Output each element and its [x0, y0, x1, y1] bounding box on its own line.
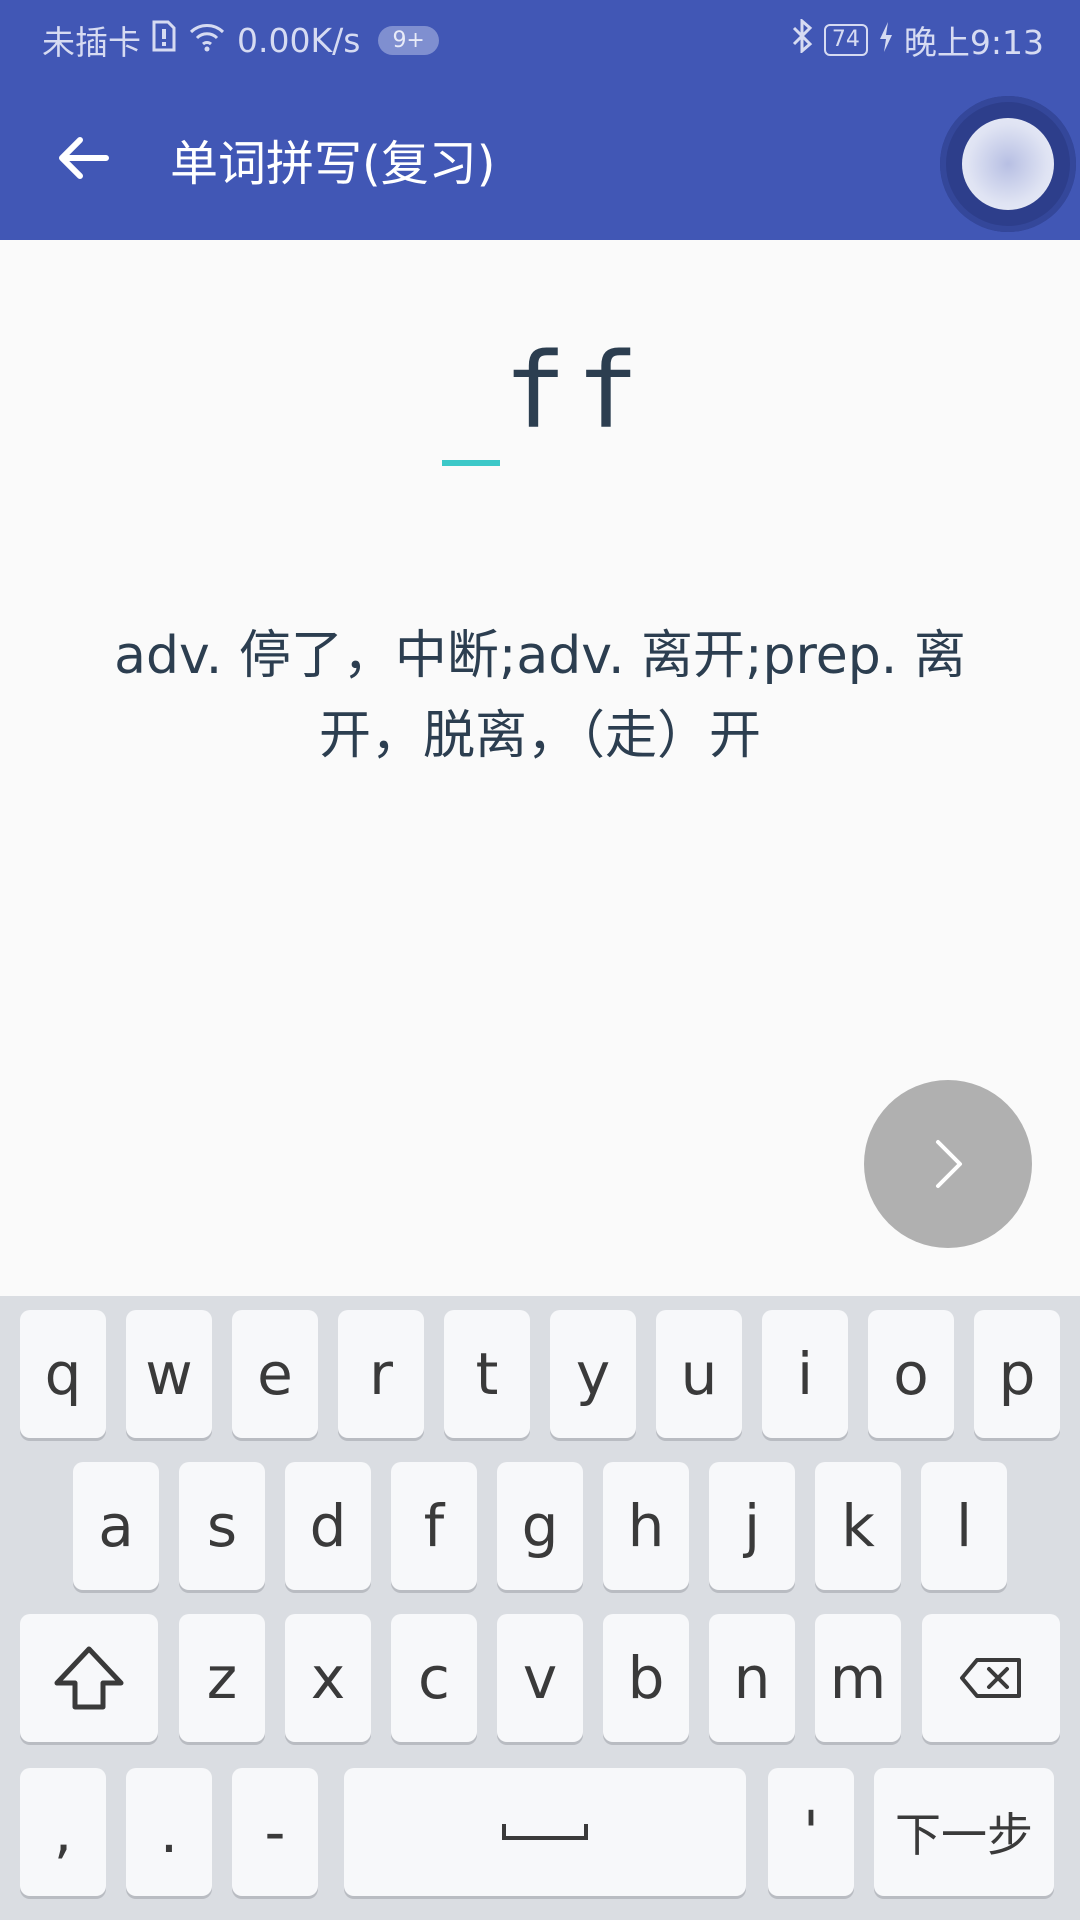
network-speed: 0.00K/s	[237, 20, 361, 60]
key-d[interactable]: d	[285, 1462, 371, 1590]
wifi-icon	[187, 20, 227, 60]
status-left: 未插卡 0.00K/s 9+	[42, 16, 439, 64]
key-c[interactable]: c	[391, 1614, 477, 1742]
key-m[interactable]: m	[815, 1614, 901, 1742]
key-h[interactable]: h	[603, 1462, 689, 1590]
key-a[interactable]: a	[73, 1462, 159, 1590]
space-bar-icon	[502, 1824, 588, 1840]
backspace-key[interactable]	[922, 1614, 1060, 1742]
floating-ball-inner	[962, 118, 1054, 210]
key-e[interactable]: e	[232, 1310, 318, 1438]
key-i[interactable]: i	[762, 1310, 848, 1438]
notification-badge: 9+	[378, 25, 439, 55]
chevron-right-icon	[936, 1140, 962, 1188]
blank-cursor-underline	[442, 460, 500, 466]
key-y[interactable]: y	[550, 1310, 636, 1438]
clock: 晚上9:13	[903, 23, 1044, 62]
key-q[interactable]: q	[20, 1310, 106, 1438]
shift-key[interactable]	[20, 1614, 158, 1742]
key-p[interactable]: p	[974, 1310, 1060, 1438]
space-key[interactable]	[344, 1768, 746, 1896]
key-o[interactable]: o	[868, 1310, 954, 1438]
key-k[interactable]: k	[815, 1462, 901, 1590]
next-step-key[interactable]: 下一步	[874, 1768, 1054, 1896]
carrier-text: 未插卡	[42, 23, 141, 62]
page-title: 单词拼写(复习)	[170, 136, 496, 192]
key-g[interactable]: g	[497, 1462, 583, 1590]
key-apostrophe[interactable]: '	[768, 1768, 854, 1896]
backspace-icon	[960, 1658, 1021, 1698]
key-u[interactable]: u	[656, 1310, 742, 1438]
sim-icon	[151, 20, 177, 60]
back-button[interactable]	[52, 126, 116, 190]
key-dash[interactable]: -	[232, 1768, 318, 1896]
bluetooth-icon	[790, 17, 814, 61]
soft-keyboard: q w e r t y u i o p a s d f g h j k l z …	[0, 1296, 1080, 1920]
key-comma[interactable]: ,	[20, 1768, 106, 1896]
key-t[interactable]: t	[444, 1310, 530, 1438]
key-r[interactable]: r	[338, 1310, 424, 1438]
status-bar: 未插卡 0.00K/s 9+ 74 晚上9:13	[0, 0, 1080, 74]
key-w[interactable]: w	[126, 1310, 212, 1438]
key-period[interactable]: .	[126, 1768, 212, 1896]
charging-icon	[878, 21, 894, 60]
status-right: 74 晚上9:13	[790, 16, 1044, 64]
key-z[interactable]: z	[179, 1614, 265, 1742]
key-b[interactable]: b	[603, 1614, 689, 1742]
battery-level: 74	[823, 24, 868, 56]
app-bar: 单词拼写(复习)	[0, 74, 1080, 240]
next-word-button[interactable]	[864, 1080, 1032, 1248]
word-definition: adv. 停了，中断;adv. 离开;prep. 离开，脱离，（走）开	[114, 626, 966, 766]
arrow-left-icon	[59, 137, 109, 179]
key-x[interactable]: x	[285, 1614, 371, 1742]
shift-icon	[54, 1646, 124, 1710]
floating-assistant-ball[interactable]	[940, 96, 1076, 232]
key-v[interactable]: v	[497, 1614, 583, 1742]
key-n[interactable]: n	[709, 1614, 795, 1742]
key-f[interactable]: f	[391, 1462, 477, 1590]
key-s[interactable]: s	[179, 1462, 265, 1590]
word-visible-letters: ff	[503, 330, 649, 452]
key-l[interactable]: l	[921, 1462, 1007, 1590]
masked-word: _ff	[0, 330, 1080, 452]
key-j[interactable]: j	[709, 1462, 795, 1590]
